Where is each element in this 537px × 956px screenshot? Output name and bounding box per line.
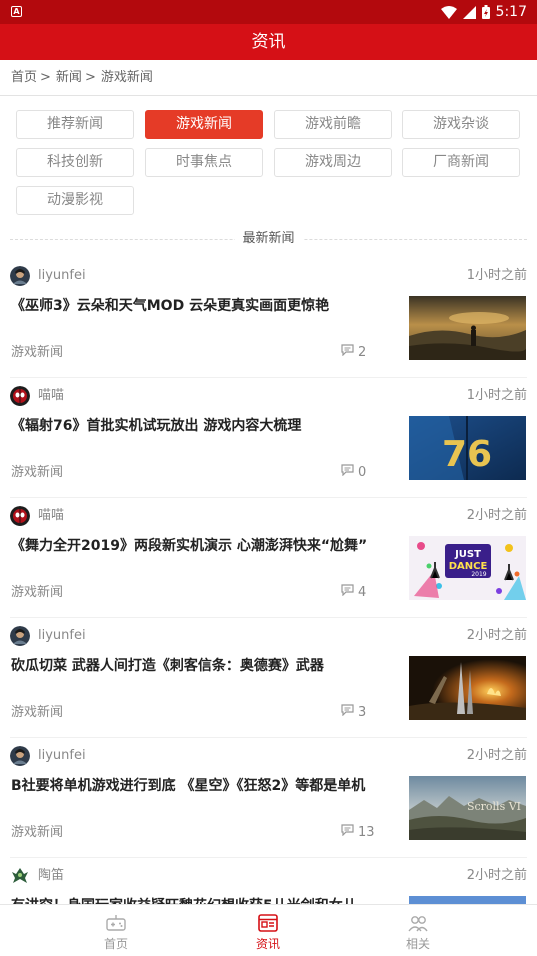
avatar [10,626,30,646]
tag-game-news[interactable]: 游戏新闻 [145,110,263,139]
signal-icon [462,5,476,19]
news-thumbnail[interactable]: 76 [409,416,526,480]
news-comments: 2 [341,343,366,363]
news-time: 2小时之前 [466,868,527,883]
comment-icon [341,583,354,603]
news-title[interactable]: 《舞力全开2019》两段新实机演示 心潮澎湃快来“尬舞” [11,536,401,556]
news-title[interactable]: 《辐射76》首批实机试玩放出 游戏内容大梳理 [11,416,401,436]
gamepad-icon [105,912,127,934]
battery-icon [481,5,490,19]
news-author: liyunfei [38,748,86,763]
breadcrumb-news[interactable]: 新闻 [56,70,82,85]
comment-count: 13 [358,825,375,840]
breadcrumb-separator: > [84,70,96,85]
news-thumbnail[interactable]: JUST DANCE 2019 [409,536,526,600]
news-item[interactable]: liyunfei 2小时之前 B社要将单机游戏进行到底 《星空》《狂怒2》等都是… [10,738,527,858]
news-author: 陶笛 [38,868,65,883]
news-time: 1小时之前 [466,388,527,403]
section-title: 最新新闻 [234,229,303,249]
news-title[interactable]: 《巫师3》云朵和天气MOD 云朵更真实画面更惊艳 [11,296,401,316]
news-item[interactable]: 陶笛 2小时之前 有讲究！身国玩家收益疑旺魏花幻想收获5儿米剑和女儿 [10,858,527,904]
news-comments: 13 [341,823,375,843]
tag-anime-film[interactable]: 动漫影视 [16,186,134,215]
news-category: 游戏新闻 [11,345,64,360]
wifi-icon [440,5,457,19]
news-icon [257,912,279,934]
tag-tech[interactable]: 科技创新 [16,148,134,177]
news-comments: 0 [341,463,366,483]
tab-home[interactable]: 首页 [56,905,176,956]
news-comments: 4 [341,583,366,603]
comment-icon [341,823,354,843]
news-category: 游戏新闻 [11,705,64,720]
news-author: 喵喵 [38,508,65,523]
news-list: liyunfei 1小时之前 《巫师3》云朵和天气MOD 云朵更真实画面更惊艳 … [0,258,537,904]
comment-icon [341,343,354,363]
news-time: 2小时之前 [466,628,527,643]
tag-recommended[interactable]: 推荐新闻 [16,110,134,139]
comment-icon [341,703,354,723]
comment-count: 2 [358,345,367,360]
thumbnail-caption: Scrolls VI [467,800,521,813]
comment-count: 0 [358,465,367,480]
news-item[interactable]: liyunfei 2小时之前 砍瓜切菜 武器人间打造《刺客信条：奥德赛》武器 游… [10,618,527,738]
news-time: 1小时之前 [466,268,527,283]
page-title: 资讯 [0,24,537,60]
news-time: 2小时之前 [466,748,527,763]
tag-game-merch[interactable]: 游戏周边 [274,148,392,177]
comment-count: 4 [358,585,367,600]
news-author: 喵喵 [38,388,65,403]
tab-news[interactable]: 资讯 [208,905,328,956]
tag-game-talk[interactable]: 游戏杂谈 [402,110,520,139]
news-category: 游戏新闻 [11,825,64,840]
breadcrumb-separator: > [40,70,51,85]
svg-text:2019: 2019 [471,571,486,578]
svg-text:76: 76 [442,434,492,475]
news-time: 2小时之前 [466,508,527,523]
news-comments: 3 [341,703,366,723]
news-title[interactable]: 砍瓜切菜 武器人间打造《刺客信条：奥德赛》武器 [11,656,401,676]
avatar [10,266,30,286]
news-title[interactable]: 有讲究！身国玩家收益疑旺魏花幻想收获5儿米剑和女儿 [11,896,401,904]
tag-vendor-news[interactable]: 厂商新闻 [402,148,520,177]
news-title[interactable]: B社要将单机游戏进行到底 《星空》《狂怒2》等都是单机 [11,776,401,796]
breadcrumb: 首页 > 新闻 > 游戏新闻 [0,60,537,96]
news-thumbnail[interactable] [409,656,526,720]
comment-icon [341,463,354,483]
news-author: liyunfei [38,628,86,643]
tab-related-label: 相关 [405,937,430,951]
news-category: 游戏新闻 [11,465,64,480]
status-bar: A 5:17 [0,0,537,24]
tab-home-label: 首页 [103,937,128,951]
news-category: 游戏新闻 [11,585,64,600]
breadcrumb-current: 游戏新闻 [100,70,153,85]
news-item[interactable]: 喵喵 2小时之前 《舞力全开2019》两段新实机演示 心潮澎湃快来“尬舞” 游戏… [10,498,527,618]
news-thumbnail[interactable] [409,296,526,360]
tab-news-label: 资讯 [255,937,280,951]
svg-text:JUST: JUST [454,549,481,560]
people-icon [407,912,429,934]
avatar [10,386,30,406]
tag-current-affairs[interactable]: 时事焦点 [145,148,263,177]
news-thumbnail[interactable]: Scrolls VI [409,776,526,840]
tag-game-preview[interactable]: 游戏前瞻 [274,110,392,139]
avatar [10,866,30,886]
news-item[interactable]: 喵喵 1小时之前 《辐射76》首批实机试玩放出 游戏内容大梳理 游戏新闻 0 7… [10,378,527,498]
tab-related[interactable]: 相关 [358,905,478,956]
bottom-tab-bar: 首页 资讯 相关 [0,904,537,956]
comment-count: 3 [358,705,367,720]
breadcrumb-home[interactable]: 首页 [11,70,37,85]
news-author: liyunfei [38,268,86,283]
avatar [10,746,30,766]
news-thumbnail[interactable] [409,896,526,904]
section-header: 最新新闻 [10,229,527,251]
app-notification-icon: A [11,6,22,17]
clock: 5:17 [495,4,527,20]
avatar [10,506,30,526]
news-item[interactable]: liyunfei 1小时之前 《巫师3》云朵和天气MOD 云朵更真实画面更惊艳 … [10,258,527,378]
